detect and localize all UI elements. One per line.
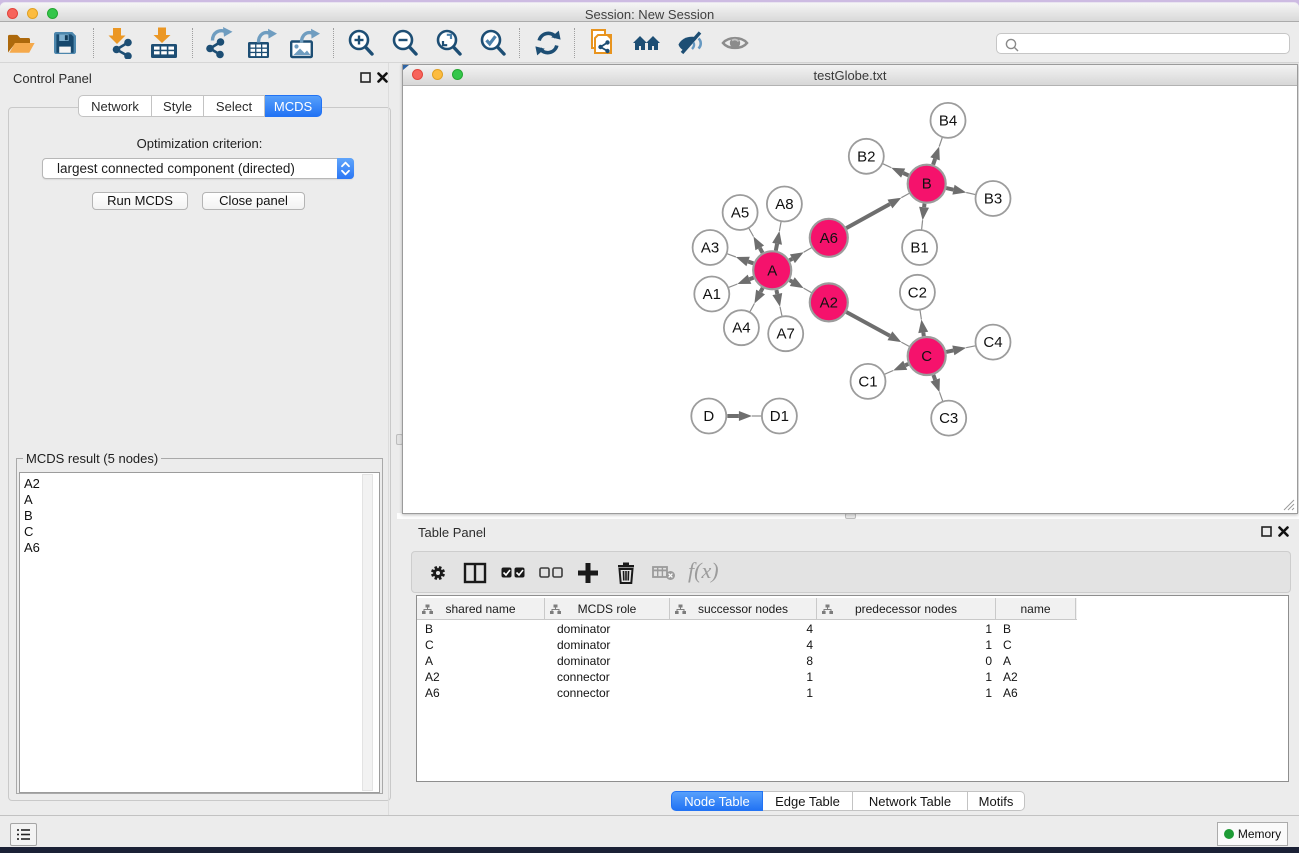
svg-text:C: C (921, 348, 932, 365)
svg-text:C4: C4 (983, 334, 1002, 351)
svg-text:B3: B3 (984, 191, 1002, 208)
svg-text:A: A (767, 262, 777, 279)
svg-text:A6: A6 (820, 230, 838, 247)
svg-text:B: B (922, 176, 932, 193)
svg-text:C2: C2 (908, 284, 927, 301)
svg-text:C1: C1 (858, 373, 877, 390)
svg-text:B2: B2 (857, 148, 875, 165)
svg-text:D: D (703, 408, 714, 425)
svg-text:A2: A2 (820, 294, 838, 311)
svg-text:A1: A1 (703, 286, 721, 303)
svg-text:A7: A7 (777, 326, 795, 343)
svg-text:B1: B1 (910, 240, 928, 257)
svg-text:A8: A8 (775, 196, 793, 213)
svg-text:A4: A4 (732, 320, 750, 337)
svg-text:B4: B4 (939, 112, 957, 129)
svg-text:A3: A3 (701, 240, 719, 257)
svg-text:D1: D1 (770, 408, 789, 425)
svg-text:C3: C3 (939, 410, 958, 427)
svg-text:A5: A5 (731, 205, 749, 222)
